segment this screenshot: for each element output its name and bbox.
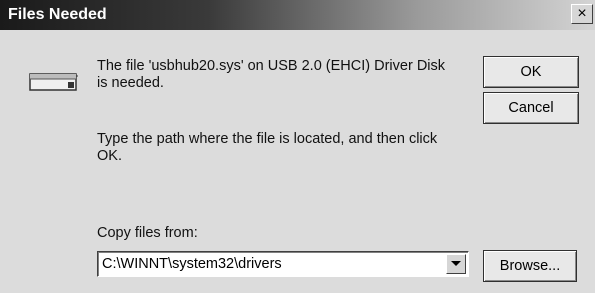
browse-button[interactable]: Browse... [483,250,577,282]
close-icon: × [577,5,587,22]
ok-button[interactable]: OK [483,56,579,88]
copy-files-path-value[interactable]: C:\WINNT\system32\drivers [102,256,282,272]
close-button[interactable]: × [571,4,593,24]
disk-drive-icon [29,73,78,91]
dialog-title: Files Needed [8,6,107,23]
files-needed-dialog: Files Needed × The file 'usbhub20.sys' o… [0,0,595,293]
copy-files-label: Copy files from: [97,225,198,241]
dropdown-button[interactable] [446,254,466,274]
copy-files-path-combobox[interactable]: C:\WINNT\system32\drivers [97,251,469,277]
chevron-down-icon [451,261,461,266]
title-bar[interactable]: Files Needed × [0,0,595,30]
instruction-line-2: OK. [97,148,122,164]
message-line-2: is needed. [97,75,164,91]
instruction-line-1: Type the path where the file is located,… [97,131,438,147]
message-line-1: The file 'usbhub20.sys' on USB 2.0 (EHCI… [97,58,446,74]
cancel-button[interactable]: Cancel [483,92,579,124]
